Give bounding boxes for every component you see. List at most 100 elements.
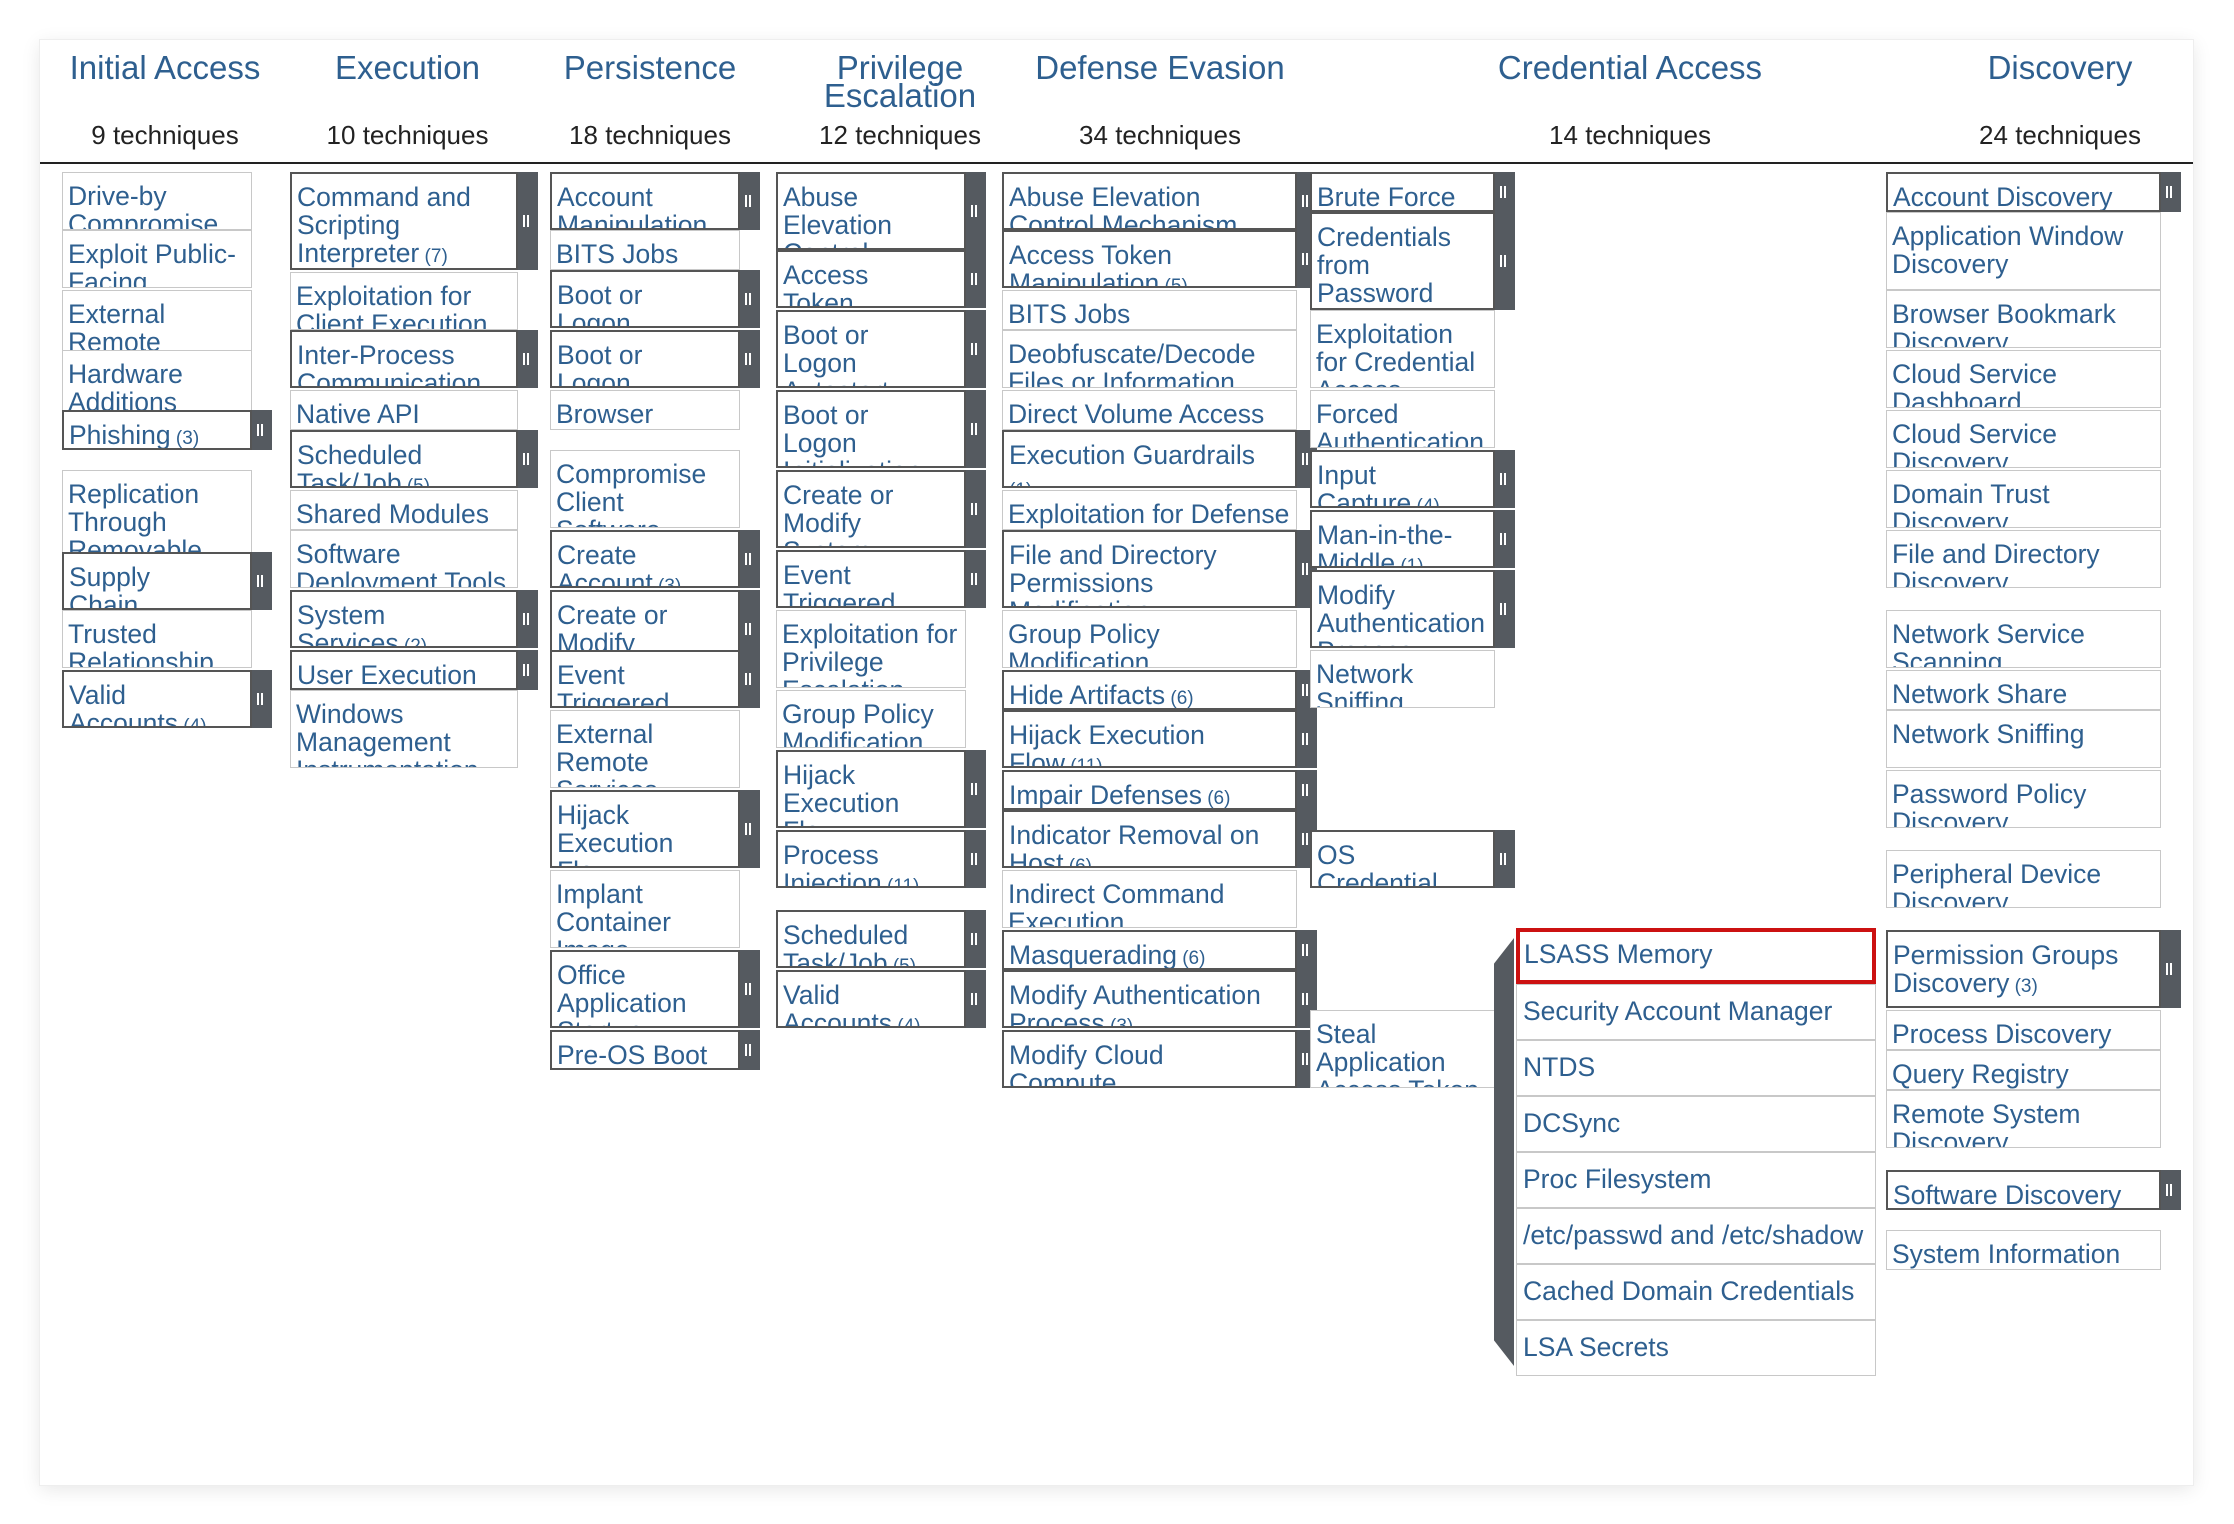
privilege-escalation-technique[interactable]: Exploitation for Privilege Escalation xyxy=(776,610,966,688)
subtechnique[interactable]: LSA Secrets xyxy=(1516,1320,1876,1376)
privilege-escalation-technique[interactable]: Boot or Logon Autostart Execution (11) xyxy=(776,310,966,388)
discovery-technique[interactable]: Application Window Discovery xyxy=(1886,212,2161,290)
expand-handle-icon[interactable] xyxy=(964,250,986,308)
execution-technique[interactable]: System Services (2) xyxy=(290,590,518,648)
persistence-technique[interactable]: Create Account (3) xyxy=(550,530,740,588)
persistence-technique[interactable]: Boot or Logon Autostart Execution (11) xyxy=(550,270,740,328)
subtechnique[interactable]: Proc Filesystem xyxy=(1516,1152,1876,1208)
privilege-escalation-technique[interactable]: Hijack Execution Flow (11) xyxy=(776,750,966,828)
defense-evasion-technique[interactable]: Impair Defenses (6) xyxy=(1002,770,1297,810)
defense-evasion-technique[interactable]: File and Directory Permissions Modificat… xyxy=(1002,530,1297,608)
expand-handle-icon[interactable] xyxy=(964,172,986,250)
expand-handle-icon[interactable] xyxy=(964,470,986,548)
expand-handle-icon[interactable] xyxy=(1493,830,1515,888)
expand-handle-icon[interactable] xyxy=(516,172,538,270)
discovery-technique[interactable]: Network Sniffing xyxy=(1886,710,2161,768)
defense-evasion-technique[interactable]: Indirect Command Execution xyxy=(1002,870,1297,928)
defense-evasion-technique[interactable]: Indicator Removal on Host (6) xyxy=(1002,810,1297,868)
discovery-technique[interactable]: Network Share Discovery xyxy=(1886,670,2161,710)
initial-access-technique[interactable]: Exploit Public-Facing Application xyxy=(62,230,252,288)
expand-handle-icon[interactable] xyxy=(1295,770,1317,810)
tactic-header-credential-access[interactable]: Credential Access xyxy=(1330,51,1930,84)
privilege-escalation-technique[interactable]: Access Token Manipulation (5) xyxy=(776,250,966,308)
credential-access-technique[interactable]: Exploitation for Credential Access xyxy=(1310,310,1495,388)
privilege-escalation-technique[interactable]: Valid Accounts (4) xyxy=(776,970,966,1028)
defense-evasion-technique[interactable]: Modify Authentication Process (3) xyxy=(1002,970,1297,1028)
credential-access-technique[interactable]: Modify Authentication Process (3) xyxy=(1310,570,1495,648)
persistence-technique[interactable]: Office Application Startup (6) xyxy=(550,950,740,1028)
discovery-technique[interactable]: Password Policy Discovery xyxy=(1886,770,2161,828)
credential-access-technique[interactable]: Forced Authentication xyxy=(1310,390,1495,448)
discovery-technique[interactable]: Process Discovery xyxy=(1886,1010,2161,1050)
tactic-header-initial-access[interactable]: Initial Access xyxy=(40,51,290,84)
expand-handle-icon[interactable] xyxy=(516,330,538,388)
execution-technique[interactable]: Native API xyxy=(290,390,518,430)
discovery-technique[interactable]: File and Directory Discovery xyxy=(1886,530,2161,588)
expand-handle-icon[interactable] xyxy=(1493,570,1515,648)
expand-handle-icon[interactable] xyxy=(738,530,760,588)
subtechnique[interactable]: Security Account Manager xyxy=(1516,984,1876,1040)
tactic-header-persistence[interactable]: Persistence xyxy=(530,51,770,84)
execution-technique[interactable]: Scheduled Task/Job (5) xyxy=(290,430,518,488)
tactic-header-execution[interactable]: Execution xyxy=(290,51,525,84)
defense-evasion-technique[interactable]: Hijack Execution Flow (11) xyxy=(1002,710,1297,768)
tactic-header-discovery[interactable]: Discovery xyxy=(1930,51,2190,84)
persistence-technique[interactable]: Boot or Logon Initialization Scripts (5) xyxy=(550,330,740,388)
credential-access-technique[interactable]: Input Capture (4) xyxy=(1310,450,1495,508)
credential-access-technique[interactable]: Credentials from Password Stores (3) xyxy=(1310,212,1495,310)
expand-handle-icon[interactable] xyxy=(964,750,986,828)
defense-evasion-technique[interactable]: Execution Guardrails (1) xyxy=(1002,430,1297,488)
privilege-escalation-technique[interactable]: Create or Modify System Process (4) xyxy=(776,470,966,548)
initial-access-technique[interactable]: Supply Chain Compromise (3) xyxy=(62,552,252,610)
execution-technique[interactable]: Inter-Process Communication (2) xyxy=(290,330,518,388)
expand-handle-icon[interactable] xyxy=(964,550,986,608)
defense-evasion-technique[interactable]: Modify Cloud Compute Infrastructure (4) xyxy=(1002,1030,1297,1088)
expand-handle-icon[interactable] xyxy=(1493,510,1515,568)
subtechnique[interactable]: NTDS xyxy=(1516,1040,1876,1096)
persistence-technique[interactable]: Pre-OS Boot (5) xyxy=(550,1030,740,1070)
discovery-technique[interactable]: Cloud Service Dashboard xyxy=(1886,350,2161,408)
expand-handle-icon[interactable] xyxy=(1493,212,1515,310)
expand-handle-icon[interactable] xyxy=(2159,1170,2181,1210)
discovery-technique[interactable]: Account Discovery (4) xyxy=(1886,172,2161,212)
expand-handle-icon[interactable] xyxy=(516,650,538,690)
discovery-technique[interactable]: Browser Bookmark Discovery xyxy=(1886,290,2161,348)
defense-evasion-technique[interactable]: Masquerading (6) xyxy=(1002,930,1297,970)
subtechnique[interactable]: DCSync xyxy=(1516,1096,1876,1152)
persistence-technique[interactable]: Hijack Execution Flow (11) xyxy=(550,790,740,868)
expand-handle-icon[interactable] xyxy=(250,410,272,450)
expand-handle-icon[interactable] xyxy=(738,790,760,868)
expand-handle-icon[interactable] xyxy=(738,950,760,1028)
defense-evasion-technique[interactable]: Deobfuscate/Decode Files or Information xyxy=(1002,330,1297,388)
expand-handle-icon[interactable] xyxy=(1493,172,1515,212)
discovery-technique[interactable]: Peripheral Device Discovery xyxy=(1886,850,2161,908)
expand-handle-icon[interactable] xyxy=(738,1030,760,1070)
execution-technique[interactable]: Shared Modules xyxy=(290,490,518,530)
persistence-technique[interactable]: Browser Extensions xyxy=(550,390,740,430)
persistence-technique[interactable]: Account Manipulation (4) xyxy=(550,172,740,230)
discovery-technique[interactable]: Permission Groups Discovery (3) xyxy=(1886,930,2161,1008)
expand-handle-icon[interactable] xyxy=(738,330,760,388)
expand-handle-icon[interactable] xyxy=(964,390,986,468)
defense-evasion-technique[interactable]: Direct Volume Access xyxy=(1002,390,1297,430)
expand-handle-icon[interactable] xyxy=(516,430,538,488)
expand-handle-icon[interactable] xyxy=(1295,930,1317,970)
execution-technique[interactable]: Software Deployment Tools xyxy=(290,530,518,588)
execution-technique[interactable]: Windows Management Instrumentation xyxy=(290,690,518,768)
discovery-technique[interactable]: System Information Discovery xyxy=(1886,1230,2161,1270)
initial-access-technique[interactable]: Drive-by Compromise xyxy=(62,172,252,230)
discovery-technique[interactable]: Network Service Scanning xyxy=(1886,610,2161,668)
expand-handle-icon[interactable] xyxy=(964,910,986,968)
expand-handle-icon[interactable] xyxy=(738,270,760,328)
discovery-technique[interactable]: Domain Trust Discovery xyxy=(1886,470,2161,528)
subtechnique-selected[interactable]: LSASS Memory xyxy=(1516,928,1876,984)
expand-handle-icon[interactable] xyxy=(1295,710,1317,768)
defense-evasion-technique[interactable]: BITS Jobs xyxy=(1002,290,1297,330)
expand-handle-icon[interactable] xyxy=(738,650,760,708)
discovery-technique[interactable]: Cloud Service Discovery xyxy=(1886,410,2161,468)
initial-access-technique[interactable]: Valid Accounts (4) xyxy=(62,670,252,728)
execution-technique[interactable]: User Execution (2) xyxy=(290,650,518,690)
discovery-technique[interactable]: Remote System Discovery xyxy=(1886,1090,2161,1148)
privilege-escalation-technique[interactable]: Group Policy Modification xyxy=(776,690,966,748)
expand-handle-icon[interactable] xyxy=(250,552,272,610)
